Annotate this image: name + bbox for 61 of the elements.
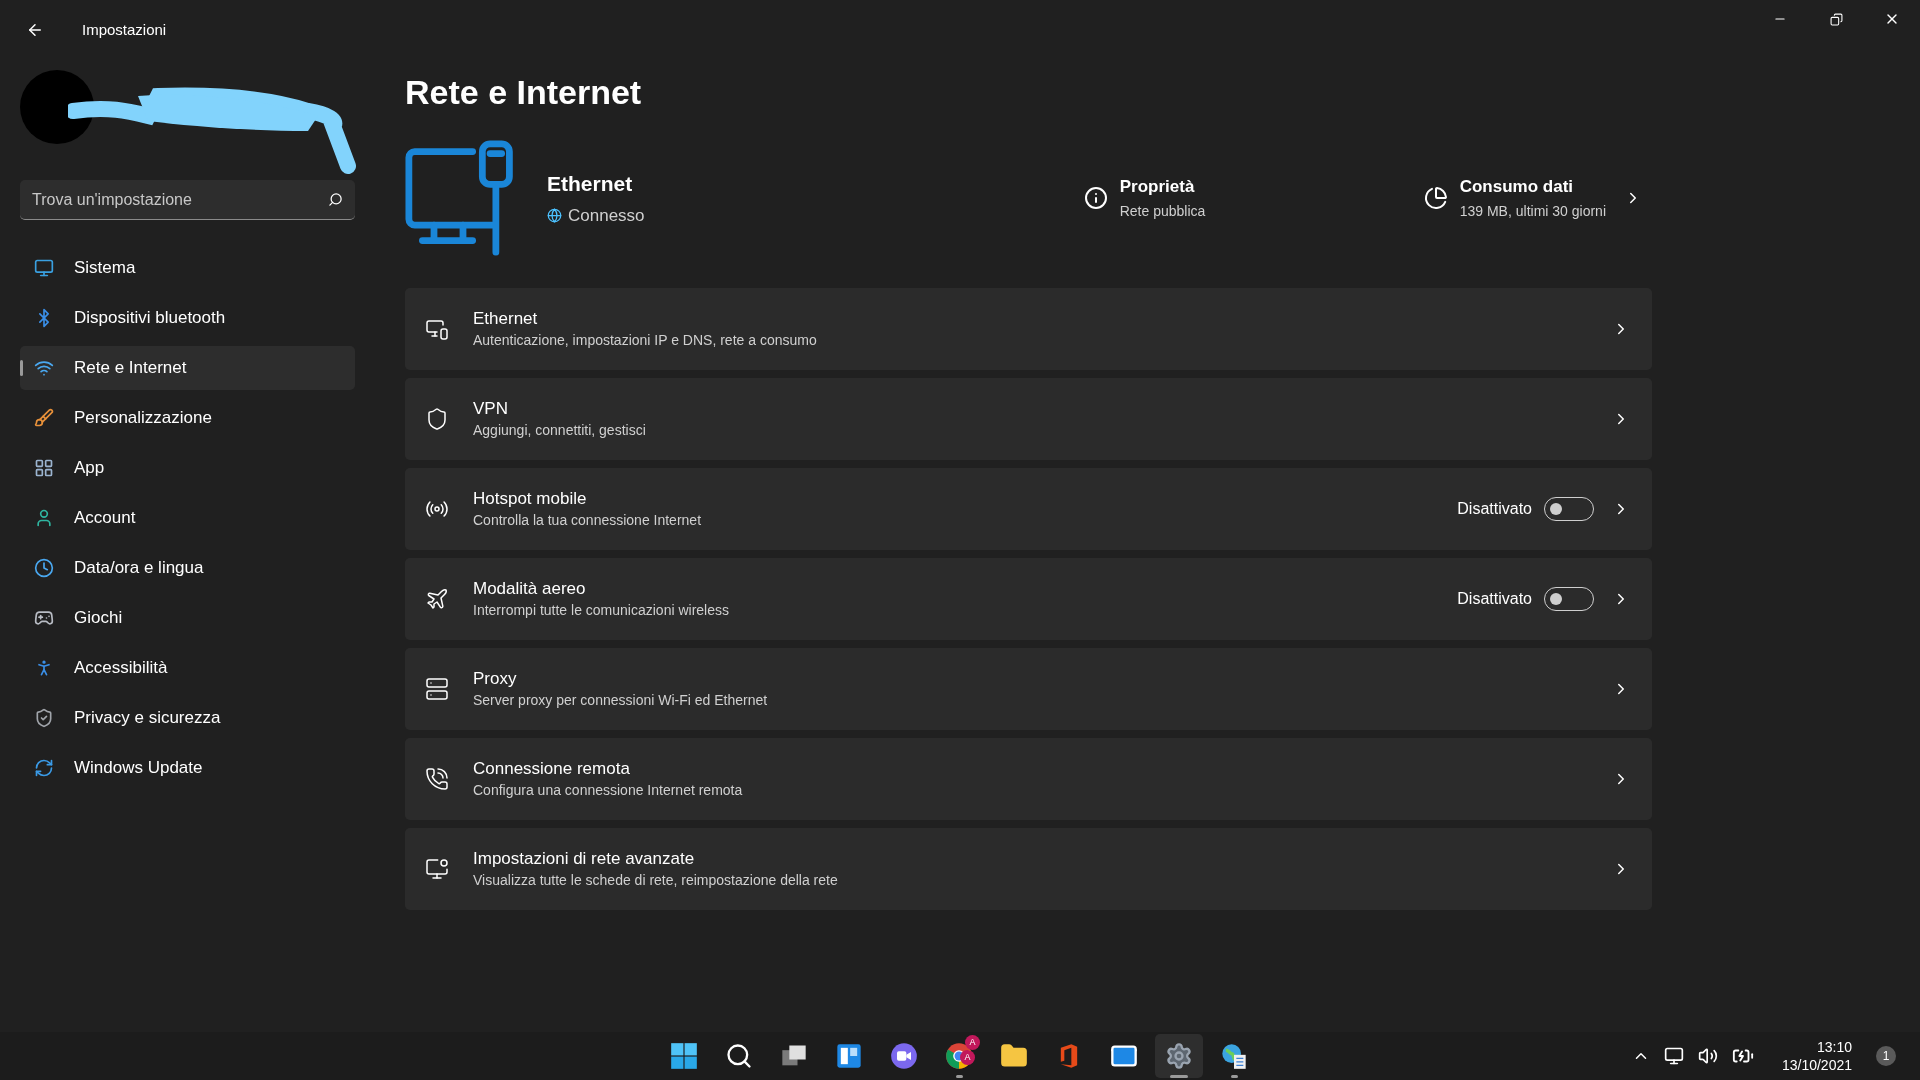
airplane-icon [425,587,449,611]
sidebar-item[interactable]: Privacy e sicurezza [20,696,355,740]
monitor-icon [34,258,54,278]
settings-row[interactable]: Proxy Server proxy per connessioni Wi-Fi ed Ethernet [405,648,1652,730]
notification-badge[interactable]: 1 [1876,1046,1896,1066]
windows-start-icon [670,1042,698,1070]
shield-icon [34,708,54,728]
toggle-label: Disattivato [1457,499,1532,519]
settings-row[interactable]: Hotspot mobile Controlla la tua connessione Internet Disattivato [405,468,1652,550]
restore-icon [1829,12,1843,26]
search-input[interactable]: Trova un'impostazione [32,187,328,212]
globe-icon [547,208,562,224]
dialup-phone-icon [425,767,449,791]
refresh-icon [34,758,54,778]
connection-status: Connesso [568,205,645,227]
ethernet-monitor-icon [425,317,449,341]
volume-icon[interactable] [1697,1046,1718,1066]
proxy-server-icon [425,677,449,701]
properties-link[interactable]: Proprietà Rete pubblica [1083,173,1424,223]
user-icon [34,508,54,528]
sidebar-item[interactable]: App [20,446,355,490]
video-chat-icon [890,1042,918,1070]
sidebar-item[interactable]: Dispositivi bluetooth [20,296,355,340]
gamepad-icon [34,608,54,628]
taskbar-app[interactable]: A A [935,1034,983,1078]
data-usage-link[interactable]: Consumo dati 139 MB, ultimi 30 giorni [1423,173,1642,223]
apps-grid-icon [34,458,54,478]
sidebar-item[interactable]: Data/ora e lingua [20,546,355,590]
shield-lock-icon [425,407,449,431]
search-icon [328,192,343,207]
page-title: Rete e Internet [405,72,642,113]
settings-row[interactable]: Impostazioni di rete avanzate Visualizza tutte le schede di rete, reimpostazione della rete [405,828,1652,910]
sidebar-item[interactable]: Accessibilità [20,646,355,690]
clock-globe-icon [34,558,54,578]
info-icon [1083,186,1108,210]
clock[interactable]: 13:10 13/10/2021 [1781,1038,1852,1074]
window-title: Impostazioni [82,19,167,40]
sidebar-item[interactable]: Rete e Internet [20,346,355,390]
toggle-label: Disattivato [1457,589,1532,609]
settings-row[interactable]: Connessione remota Configura una connessione Internet remota [405,738,1652,820]
sidebar-item[interactable]: Giochi [20,596,355,640]
globe-document-icon [1220,1042,1248,1070]
settings-row[interactable]: Modalità aereo Interrompi tutte le comunicazioni wireless Disattivato [405,558,1652,640]
connection-name: Ethernet [547,170,634,197]
profile-badge: A [965,1035,980,1050]
sidebar-item[interactable]: Windows Update [20,746,355,790]
sidebar-item[interactable]: Account [20,496,355,540]
pie-chart-icon [1423,186,1448,210]
network-icon[interactable] [1663,1046,1684,1066]
search-icon [725,1042,753,1070]
wifi-icon [34,358,54,378]
widgets-icon [835,1042,863,1070]
brush-icon [34,408,54,428]
folder-icon [1000,1042,1028,1070]
settings-icon [1165,1042,1193,1070]
settings-row[interactable]: VPN Aggiungi, connettiti, gestisci [405,378,1652,460]
network-monitor-icon [425,857,449,881]
sidebar-item[interactable]: Personalizzazione [20,396,355,440]
sidebar-item[interactable]: Sistema [20,246,355,290]
settings-row[interactable]: Ethernet Autenticazione, impostazioni IP e DNS, rete a consumo [405,288,1652,370]
search-field[interactable]: Trova un'impostazione [20,180,355,220]
